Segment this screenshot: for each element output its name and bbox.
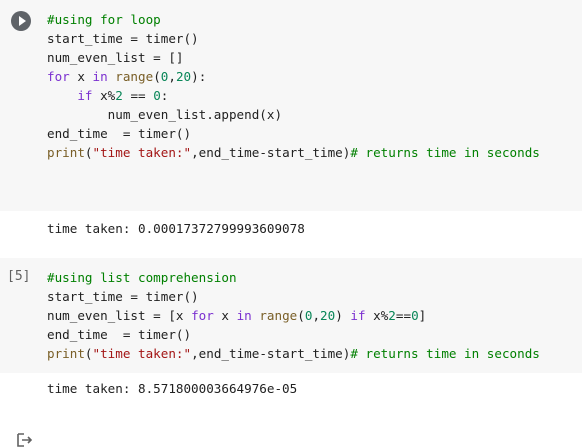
output-text: time taken: 0.00017372799993609078	[47, 221, 305, 236]
code-token: "time taken:"	[92, 346, 192, 361]
code-line: num_even_list.append(x)	[47, 105, 540, 124]
code-token: if	[350, 308, 366, 323]
code-token: num_even_list = [x	[47, 308, 192, 323]
code-token: range	[115, 69, 154, 84]
code-token: num_even_list.append(x)	[47, 107, 283, 122]
code-token: (	[153, 69, 161, 84]
code-cell-for-loop[interactable]: #using for loop start_time = timer() num_e…	[0, 0, 582, 211]
code-token: for	[191, 308, 214, 323]
code-editor[interactable]: #using list comprehension start_time = ti…	[47, 268, 540, 363]
code-line: #using for loop	[47, 10, 540, 29]
code-line: if x%2 == 0:	[47, 86, 540, 105]
code-token: # returns time in seconds	[350, 346, 540, 361]
code-token: 20	[320, 308, 336, 323]
code-line: num_even_list = [x for x in range(0,20) …	[47, 306, 540, 325]
code-token: 2	[388, 308, 396, 323]
code-token: ]	[418, 308, 427, 323]
code-token: print	[47, 145, 85, 160]
code-token: ):	[191, 69, 207, 84]
code-token: ,	[168, 69, 176, 84]
code-token: x	[213, 308, 237, 323]
code-token: #using list comprehension	[47, 270, 237, 285]
code-token: "time taken:"	[92, 145, 192, 160]
output-arrow-icon	[17, 433, 33, 447]
code-token: (	[297, 308, 305, 323]
cell-output: time taken: 8.571800003664976e-05	[0, 373, 582, 417]
code-token: end_time = timer()	[47, 126, 192, 141]
code-token: 0	[153, 88, 161, 103]
code-line: end_time = timer()	[47, 124, 540, 143]
code-line: for x in range(0,20):	[47, 67, 540, 86]
code-line: print("time taken:",end_time-start_time)…	[47, 344, 540, 363]
code-token: if	[77, 88, 93, 103]
code-line: end_time = timer()	[47, 325, 540, 344]
code-token: end_time = timer()	[47, 327, 192, 342]
code-token: x%	[92, 88, 116, 103]
code-token: x%	[365, 308, 389, 323]
code-token: 2	[115, 88, 123, 103]
code-token: (	[84, 346, 93, 361]
code-line: start_time = timer()	[47, 287, 540, 306]
code-token: ,end_time-start_time)	[191, 346, 351, 361]
code-token: start_time = timer()	[47, 289, 199, 304]
code-token: x	[69, 69, 93, 84]
code-token: ,end_time-start_time)	[191, 145, 351, 160]
code-token: num_even_list = []	[47, 50, 184, 65]
output-text: time taken: 8.571800003664976e-05	[47, 381, 298, 396]
code-token: ==	[395, 308, 412, 323]
code-token: 20	[175, 69, 192, 84]
code-token: 0	[411, 308, 419, 323]
code-token: range	[259, 308, 298, 323]
code-token: ==	[122, 88, 154, 103]
code-line: print("time taken:",end_time-start_time)…	[47, 143, 540, 162]
code-token: start_time = timer()	[47, 31, 199, 46]
code-line: #using list comprehension	[47, 268, 540, 287]
code-token: # returns time in seconds	[350, 145, 540, 160]
run-cell-button[interactable]	[11, 11, 31, 31]
code-token: )	[335, 308, 351, 323]
code-line: num_even_list = []	[47, 48, 540, 67]
code-token: :	[160, 88, 169, 103]
execution-count: [5]	[7, 269, 31, 284]
code-token: print	[47, 346, 85, 361]
code-token: #using for loop	[47, 12, 161, 27]
code-token: in	[92, 69, 108, 84]
code-token: ,	[312, 308, 321, 323]
code-token: for	[47, 69, 70, 84]
play-icon	[18, 16, 26, 26]
code-token: in	[236, 308, 252, 323]
cell-output: time taken: 0.00017372799993609078	[0, 211, 582, 447]
code-editor[interactable]: #using for loop start_time = timer() num_e…	[47, 10, 540, 162]
code-line: start_time = timer()	[47, 29, 540, 48]
code-token: (	[84, 145, 93, 160]
